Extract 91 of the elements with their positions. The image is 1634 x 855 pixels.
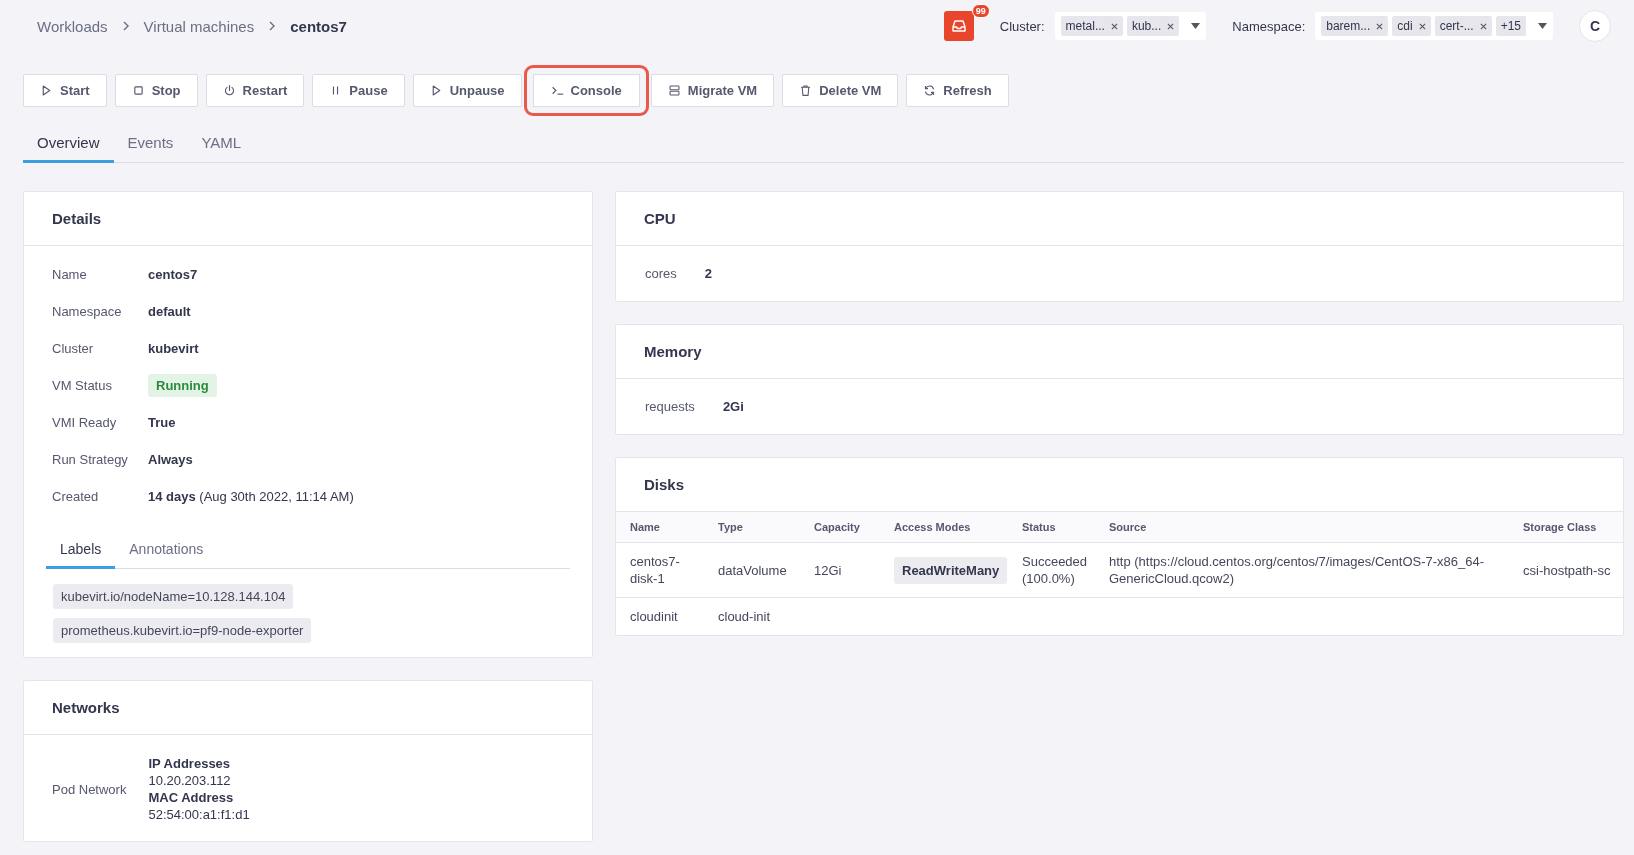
stop-icon (131, 83, 145, 97)
field-value: True (148, 414, 177, 432)
card-title: Memory (616, 325, 1623, 379)
namespace-select[interactable]: barem... cdi cert-... +15 (1315, 12, 1553, 40)
action-button[interactable]: Migrate VM (650, 73, 775, 107)
card-title: Details (24, 192, 592, 246)
close-icon[interactable] (1110, 22, 1118, 30)
table-cell: dataVolume (704, 542, 800, 598)
caret-icon[interactable] (1191, 23, 1201, 29)
trash-icon (799, 83, 813, 97)
field-label: VMI Ready (52, 414, 118, 432)
action-button[interactable]: Start (23, 73, 107, 107)
field-label: cores (645, 266, 677, 281)
field-label: Cluster (52, 340, 95, 358)
server-icon (667, 83, 681, 97)
table-cell: cloudinit (616, 597, 704, 635)
table-cell: http (https://cloud.centos.org/centos/7/images/CentOS-7-x86_64-GenericCloud.qcow2) (1095, 542, 1509, 598)
action-button[interactable]: Delete VM (782, 73, 899, 107)
notification-count: 99 (971, 4, 990, 18)
column-header: Capacity (800, 512, 880, 543)
field-value: default (148, 303, 192, 321)
field-value: 2Gi (722, 399, 744, 414)
power-icon (222, 83, 236, 97)
filter-chip[interactable]: kub... (1126, 16, 1180, 36)
table-cell: centos7-disk-1 (616, 542, 704, 598)
chevron-right-icon (268, 21, 277, 31)
action-button[interactable]: Console (523, 64, 649, 116)
action-button[interactable]: Pause (312, 73, 405, 107)
filter-chip[interactable]: metal... (1060, 16, 1123, 36)
mac-address: 52:54:00:a1:f1:d1 (148, 806, 250, 823)
label-tag: prometheus.kubevirt.io=pf9-node-exporter (53, 618, 312, 643)
column-header: Type (704, 512, 800, 543)
card-title: Networks (24, 681, 592, 735)
page-tab[interactable]: Overview (23, 124, 114, 163)
cluster-select[interactable]: metal... kub... (1054, 12, 1207, 40)
card-title: CPU (616, 192, 1623, 246)
column-header: Name (616, 512, 704, 543)
filter-label: Cluster: (999, 18, 1045, 34)
field-label: Name (52, 266, 88, 284)
close-icon[interactable] (1418, 22, 1426, 30)
play-icon (40, 83, 53, 97)
filter-chip[interactable]: cert-... (1434, 16, 1492, 36)
breadcrumb-current: centos7 (290, 17, 347, 35)
action-button[interactable]: Unpause (412, 73, 522, 107)
field-value: 2 (704, 266, 713, 281)
inbox-icon (950, 18, 967, 34)
field-value: kubevirt (148, 340, 200, 358)
action-button[interactable]: Stop (114, 73, 198, 107)
close-icon[interactable] (1167, 22, 1175, 30)
column-header: Storage Class (1509, 512, 1623, 543)
details-tab[interactable]: Annotations (115, 533, 218, 569)
ip-address: 10.20.203.112 (148, 772, 232, 789)
field-label: Created (52, 488, 100, 506)
field-label: Namespace (52, 303, 123, 321)
label-tag: kubevirt.io/nodeName=10.128.144.104 (53, 584, 294, 609)
column-header: Access Modes (880, 512, 1008, 543)
caret-icon[interactable] (1538, 23, 1547, 29)
field-label: VM Status (52, 377, 113, 395)
user-avatar[interactable]: C (1579, 10, 1611, 42)
close-icon[interactable] (1479, 22, 1487, 30)
filter-chip[interactable]: barem... (1321, 16, 1389, 36)
table-cell: cloud-init (704, 597, 800, 635)
action-button[interactable]: Restart (205, 73, 305, 107)
filter-chip[interactable]: cdi (1392, 16, 1431, 36)
page-tab[interactable]: Events (113, 124, 188, 163)
page-tab[interactable]: YAML (187, 124, 256, 163)
table-cell: csi-hostpath-sc (1509, 542, 1623, 598)
breadcrumb-link[interactable]: Workloads (37, 17, 108, 35)
field-value: Always (148, 451, 194, 469)
more-count[interactable]: +15 (1495, 16, 1526, 36)
column-header: Status (1008, 512, 1095, 543)
field-label: requests (645, 399, 695, 414)
access-mode-tag: ReadWriteMany (894, 556, 1008, 584)
notification-button[interactable] (943, 11, 974, 41)
table-cell: Succeeded (100.0%) (1008, 542, 1095, 598)
field-label: Run Strategy (52, 451, 129, 469)
field-heading: IP Addresses (148, 755, 232, 772)
chevron-right-icon (121, 21, 130, 31)
details-tab[interactable]: Labels (46, 533, 116, 569)
column-header: Source (1095, 512, 1509, 543)
field-heading: MAC Address (148, 789, 235, 806)
action-button[interactable]: Refresh (906, 73, 1009, 107)
table-cell: 12Gi (800, 542, 880, 598)
network-name: Pod Network (52, 781, 127, 797)
field-value: 14 days (Aug 30th 2022, 11:14 AM) (148, 489, 354, 504)
filter-label: Namespace: (1232, 18, 1306, 34)
field-value: centos7 (148, 266, 199, 284)
breadcrumb-link[interactable]: Virtual machines (143, 17, 255, 35)
refresh-icon (923, 83, 937, 97)
status-badge: Running (148, 374, 217, 397)
close-icon[interactable] (1376, 22, 1384, 30)
